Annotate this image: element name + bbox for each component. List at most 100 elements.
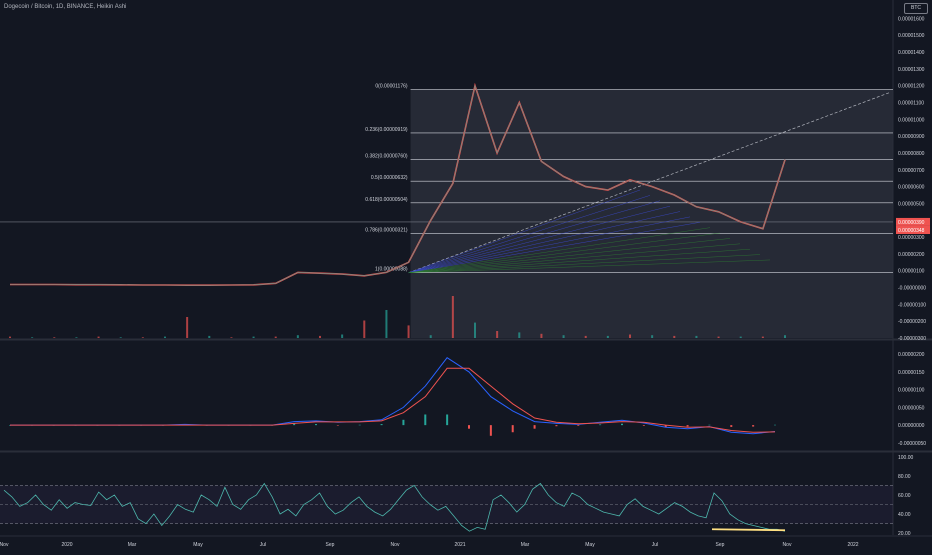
- macd-histogram-bar: [730, 425, 733, 427]
- price-tick-label: -0.00000300: [898, 336, 926, 342]
- volume-bar: [496, 331, 499, 338]
- macd-histogram-bar: [774, 424, 776, 426]
- volume-bar: [451, 296, 454, 338]
- time-tick-label: Nov: [391, 542, 400, 548]
- macd-histogram-bar: [577, 425, 580, 426]
- volume-bar: [562, 335, 565, 338]
- price-tick-label: 0.00000500: [898, 201, 925, 207]
- volume-bar: [9, 336, 11, 338]
- volume-bar: [97, 336, 100, 338]
- rsi-tick-label: 40.00: [898, 512, 911, 518]
- volume-bar: [186, 317, 189, 338]
- volume-bar: [651, 335, 654, 338]
- volume-bar: [518, 332, 521, 338]
- price-tick-label: 0.00000300: [898, 235, 925, 241]
- time-tick-label: May: [585, 542, 595, 548]
- macd-histogram-bar: [468, 425, 470, 429]
- time-tick-label: Jul: [652, 542, 658, 548]
- macd-histogram-bar: [533, 425, 536, 429]
- chart-title: Dogecoin / Bitcoin, 1D, BINANCE, Heikin …: [4, 4, 127, 10]
- macd-tick-label: 0.00000100: [898, 388, 925, 394]
- price-tick-label: 0.00000900: [898, 134, 925, 140]
- macd-tick-label: 0.00000200: [898, 352, 925, 358]
- macd-histogram-bar: [336, 425, 339, 426]
- macd-histogram-bar: [708, 424, 711, 426]
- price-tick-label: -0.00000100: [898, 302, 926, 308]
- price-tick-label: 0.00000700: [898, 168, 925, 174]
- price-tick-label: 0.00001100: [898, 101, 924, 107]
- volume-bar: [141, 337, 144, 338]
- fib-region: [410, 89, 893, 338]
- volume-bar: [429, 335, 432, 338]
- time-tick-label: Sep: [326, 542, 335, 548]
- fib-level-label: 0.5(0.00000632): [371, 175, 408, 181]
- volume-bar: [341, 334, 344, 338]
- price-tick-label: -0.00000000: [898, 286, 926, 292]
- macd-tick-label: 0.00000150: [898, 370, 925, 376]
- currency-badge[interactable]: BTC: [904, 3, 928, 14]
- macd-histogram-bar: [424, 414, 427, 426]
- price-badge-label: 0.00000348: [898, 228, 925, 234]
- volume-bar: [319, 335, 321, 338]
- time-tick-label: Mar: [128, 542, 137, 548]
- volume-bar: [385, 310, 388, 338]
- volume-bar: [53, 337, 56, 338]
- volume-bar: [717, 336, 720, 338]
- macd-histogram-bar: [489, 425, 492, 436]
- macd-histogram-bar: [599, 424, 602, 426]
- price-tick-label: 0.00001600: [898, 16, 925, 22]
- time-tick-label: 2020: [61, 542, 72, 548]
- time-tick-label: 2022: [847, 542, 858, 548]
- time-tick-label: Nov: [0, 542, 9, 548]
- volume-bar: [761, 336, 764, 338]
- macd-histogram-bar: [642, 425, 645, 426]
- time-tick-label: Mar: [521, 542, 530, 548]
- time-tick-label: 2021: [454, 542, 465, 548]
- price-badge-label: 0.00000390: [898, 220, 925, 226]
- fib-level-label: 0(0.00001176): [375, 84, 407, 90]
- volume-bar: [606, 335, 609, 338]
- macd-histogram-bar: [380, 424, 383, 426]
- macd-tick-label: 0.00000000: [898, 423, 925, 429]
- volume-bar: [164, 336, 166, 338]
- macd-histogram-bar: [402, 419, 405, 426]
- macd-histogram-bar: [315, 424, 317, 426]
- price-tick-label: 0.00001200: [898, 84, 925, 90]
- time-tick-label: May: [193, 542, 203, 548]
- volume-bar: [695, 335, 698, 338]
- rsi-tick-label: 60.00: [898, 493, 911, 499]
- price-tick-label: 0.00001400: [898, 50, 925, 56]
- price-tick-label: -0.00000200: [898, 319, 926, 325]
- macd-histogram-bar: [358, 424, 361, 426]
- chart-root: 0.00001600 0.00001500 0.00001400 0.00001300…: [0, 0, 932, 550]
- fib-level-label: 0.618(0.00000504): [365, 197, 408, 203]
- rsi-tick-label: 20.00: [898, 531, 911, 537]
- volume-bar: [474, 322, 476, 338]
- volume-bar: [75, 337, 78, 338]
- macd-histogram-bar: [621, 423, 623, 426]
- volume-bar: [363, 320, 366, 338]
- fib-level-label: 0.236(0.00000919): [365, 127, 408, 133]
- price-tick-label: 0.00001500: [898, 33, 925, 39]
- macd-histogram-bar: [511, 425, 514, 433]
- volume-bar: [784, 335, 786, 338]
- price-tick-label: 0.00001300: [898, 67, 925, 73]
- macd-histogram-bar: [752, 425, 755, 427]
- fib-level-label: 0.382(0.00000760): [365, 154, 408, 160]
- macd-tick-label: -0.00000050: [898, 441, 926, 447]
- volume-bar: [540, 333, 543, 338]
- volume-bar: [407, 325, 410, 338]
- volume-bar: [673, 335, 676, 338]
- rsi-tick-label: 80.00: [898, 474, 911, 480]
- volume-bar: [208, 335, 211, 338]
- volume-bar: [252, 336, 255, 338]
- time-tick-label: Jul: [260, 542, 266, 548]
- volume-bar: [274, 336, 277, 338]
- rsi-highlight: [711, 528, 786, 532]
- volume-bar: [296, 335, 299, 338]
- volume-bar: [584, 335, 587, 338]
- volume-bar: [230, 337, 233, 338]
- macd-histogram-bar: [446, 414, 449, 426]
- price-tick-label: 0.00001000: [898, 117, 925, 123]
- volume-bar: [119, 337, 122, 338]
